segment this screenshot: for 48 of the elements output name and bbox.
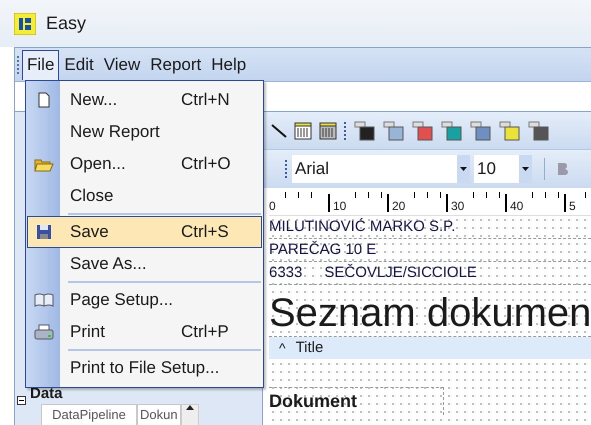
- ruler-label: 0: [269, 200, 276, 212]
- grip-icon: [344, 120, 347, 140]
- menu-option[interactable]: Close: [27, 180, 262, 212]
- scrollbar[interactable]: [181, 404, 199, 425]
- app-logo-icon: [14, 12, 36, 34]
- column-heading: Dokument: [269, 387, 444, 415]
- band-header[interactable]: ^ Title: [269, 337, 591, 359]
- menu-option[interactable]: New... Ctrl+N: [27, 84, 262, 116]
- menu-option[interactable]: Save As...: [27, 248, 262, 280]
- address-text: SEČOVLJE/SICCIOLE: [324, 262, 477, 284]
- address-text: 6333: [269, 263, 302, 284]
- menu-item[interactable]: View: [98, 50, 146, 80]
- ruler-label: 40: [510, 200, 524, 212]
- menu-option[interactable]: Page Setup...: [27, 284, 262, 316]
- menu-item[interactable]: Edit: [59, 50, 99, 80]
- printer-icon: [34, 324, 54, 340]
- menu-item[interactable]: Report: [145, 50, 206, 80]
- dropdown-arrow-icon[interactable]: [460, 167, 467, 171]
- menu-item[interactable]: File: [22, 50, 60, 80]
- ruler-label: 10: [333, 200, 346, 212]
- dropdown-arrow-icon[interactable]: [522, 167, 529, 171]
- ruler-label: 30: [451, 200, 464, 212]
- report-title: Seznam dokumen: [269, 292, 591, 332]
- grip-icon: [285, 159, 288, 179]
- menu-option[interactable]: New Report: [27, 116, 262, 148]
- ruler-label: 5: [569, 200, 576, 212]
- address-text: MILUTINOVIĆ MARKO S.P.: [269, 217, 456, 238]
- menu-item[interactable]: Help: [206, 50, 252, 80]
- band-arrow: ^: [279, 338, 286, 358]
- panel-heading: Data: [30, 384, 63, 404]
- page-icon: [38, 92, 50, 108]
- table-cell: DataPipeline: [41, 404, 137, 425]
- font-dropdown[interactable]: Arial: [292, 155, 470, 183]
- ruler-label: 20: [392, 200, 406, 212]
- window-title: Easy: [46, 12, 86, 35]
- collapse-icon[interactable]: [17, 396, 26, 405]
- book-icon: [34, 293, 54, 307]
- menu-option[interactable]: Open... Ctrl+O: [27, 148, 262, 180]
- menu-option[interactable]: Save Ctrl+S: [27, 216, 262, 248]
- grip-icon: [17, 54, 20, 74]
- line-tool-icon[interactable]: [271, 122, 287, 138]
- band-label: Title: [296, 338, 324, 358]
- address-text: PAREČAG 10 E: [269, 240, 376, 260]
- table-cell: Dokun: [137, 404, 181, 425]
- scroll-up-icon[interactable]: [186, 405, 194, 410]
- menu-option[interactable]: Print Ctrl+P: [27, 316, 262, 348]
- menu-option[interactable]: Print to File Setup...: [27, 352, 262, 384]
- font-size-dropdown[interactable]: 10: [474, 155, 532, 183]
